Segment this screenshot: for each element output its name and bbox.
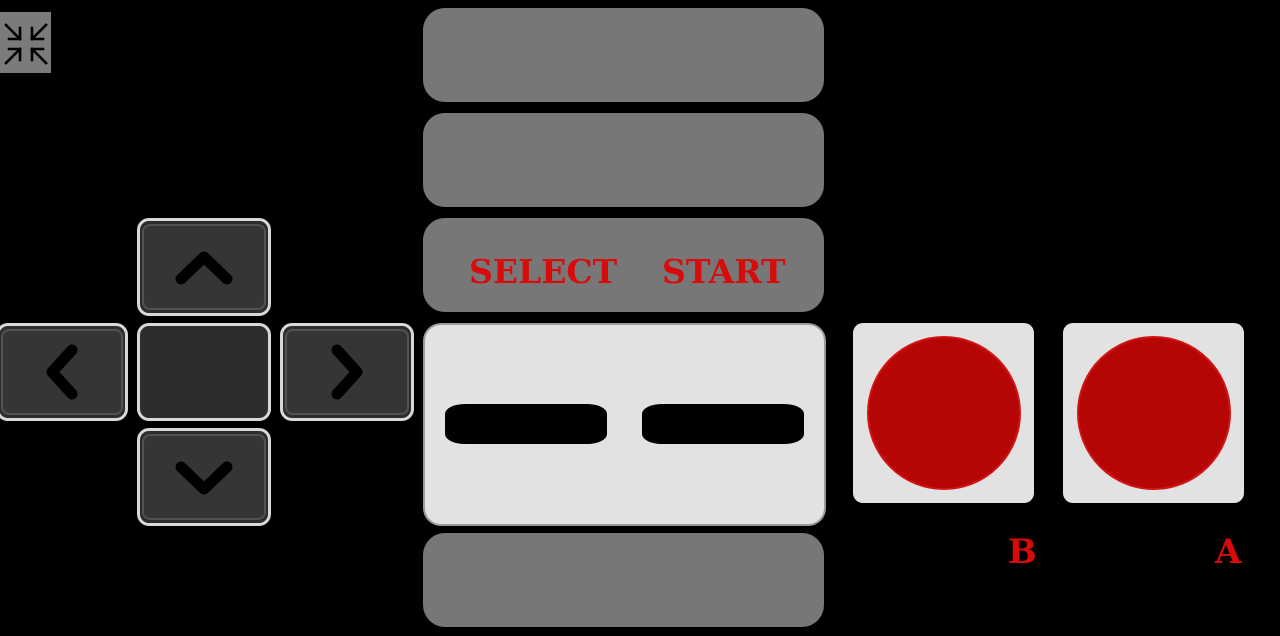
chevron-left-icon bbox=[46, 344, 78, 400]
start-button[interactable] bbox=[642, 404, 804, 444]
chevron-up-icon bbox=[175, 251, 233, 285]
dpad-left-button[interactable] bbox=[0, 323, 128, 421]
a-button-circle bbox=[1076, 336, 1231, 490]
a-button[interactable] bbox=[1063, 323, 1244, 503]
select-button[interactable] bbox=[445, 404, 607, 444]
chevron-down-icon bbox=[175, 461, 233, 495]
dpad-up-face bbox=[142, 224, 266, 310]
decor-strip-2 bbox=[423, 113, 824, 207]
start-label: START bbox=[662, 252, 786, 291]
decor-strip-1 bbox=[423, 8, 824, 102]
a-label: A bbox=[1215, 532, 1242, 572]
b-button[interactable] bbox=[853, 323, 1034, 503]
dpad-center bbox=[137, 323, 271, 421]
chevron-right-icon bbox=[331, 344, 363, 400]
dpad-right-face bbox=[285, 329, 409, 415]
select-label: SELECT bbox=[469, 252, 618, 291]
exit-fullscreen-button[interactable] bbox=[0, 12, 51, 73]
dpad-up-button[interactable] bbox=[137, 218, 271, 316]
b-label: B bbox=[1008, 532, 1037, 572]
dpad-left-face bbox=[1, 329, 123, 415]
compress-arrows-icon bbox=[3, 22, 48, 65]
dpad-down-button[interactable] bbox=[137, 428, 271, 526]
dpad-down-face bbox=[142, 434, 266, 520]
decor-strip-bottom bbox=[423, 533, 824, 627]
dpad-right-button[interactable] bbox=[280, 323, 414, 421]
b-button-circle bbox=[866, 336, 1021, 490]
